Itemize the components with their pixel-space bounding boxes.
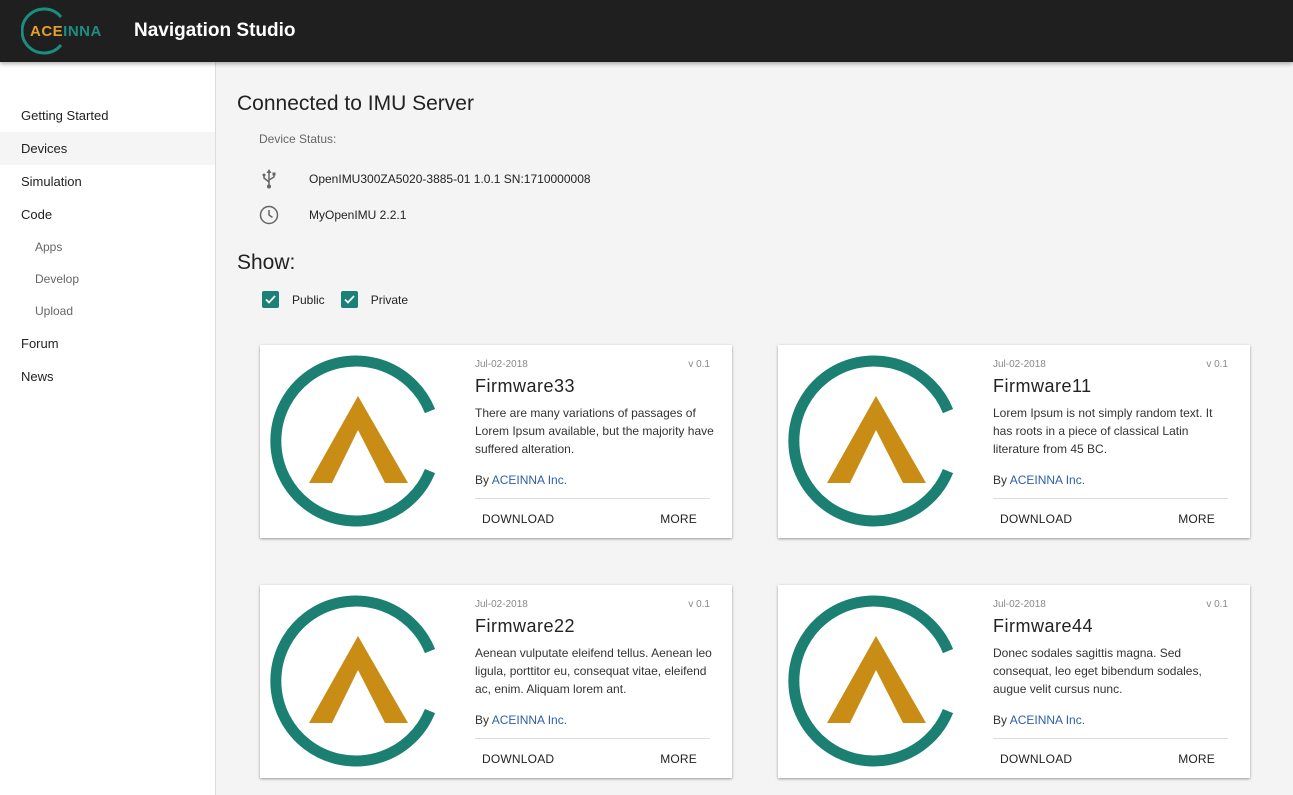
firmware-card: Jul-02-2018 v 0.1 Firmware11 Lorem Ipsum…: [778, 345, 1250, 538]
card-title: Firmware11: [993, 376, 1092, 396]
aceinna-thumbnail-icon: [270, 355, 436, 527]
more-button[interactable]: MORE: [1178, 752, 1215, 766]
download-button[interactable]: DOWNLOAD: [1000, 512, 1072, 526]
more-button[interactable]: MORE: [660, 752, 697, 766]
page-title: Connected to IMU Server: [237, 92, 474, 115]
aceinna-logo[interactable]: ACEINNA: [21, 5, 117, 57]
sidebar: Getting Started Devices Simulation Code …: [0, 62, 216, 795]
card-description: Lorem Ipsum is not simply random text. I…: [993, 406, 1213, 456]
app-version-text: MyOpenIMU 2.2.1: [309, 208, 407, 222]
download-button[interactable]: DOWNLOAD: [482, 512, 554, 526]
sidebar-subitem-develop[interactable]: Develop: [0, 263, 215, 295]
app-version-row: MyOpenIMU 2.2.1: [259, 204, 406, 226]
show-heading: Show:: [237, 251, 296, 274]
card-divider: [475, 738, 710, 739]
firmware-card: Jul-02-2018 v 0.1 Firmware22 Aenean vulp…: [260, 585, 732, 778]
card-date: Jul-02-2018: [475, 599, 528, 610]
logo-text-inna: INNA: [63, 23, 102, 40]
card-version: v 0.1: [688, 599, 710, 610]
card-author: By ACEINNA Inc.: [993, 473, 1085, 487]
card-author-prefix: By: [993, 473, 1008, 487]
more-button[interactable]: MORE: [1178, 512, 1215, 526]
clock-icon: [259, 205, 279, 225]
card-title: Firmware44: [993, 616, 1094, 636]
download-button[interactable]: DOWNLOAD: [1000, 752, 1072, 766]
sidebar-subitem-upload[interactable]: Upload: [0, 295, 215, 327]
checkmark-icon: [340, 291, 358, 308]
card-author-prefix: By: [475, 713, 490, 727]
sidebar-subitem-apps[interactable]: Apps: [0, 231, 215, 263]
card-author-link[interactable]: ACEINNA Inc.: [1010, 473, 1085, 487]
usb-icon: [259, 169, 279, 189]
device-id-text: OpenIMU300ZA5020-3885-01 1.0.1 SN:171000…: [309, 172, 591, 186]
sidebar-item-devices[interactable]: Devices: [0, 132, 215, 165]
aceinna-thumbnail-icon: [788, 355, 954, 527]
aceinna-thumbnail-icon: [788, 595, 954, 767]
firmware-card: Jul-02-2018 v 0.1 Firmware33 There are m…: [260, 345, 732, 538]
checkmark-icon: [262, 291, 279, 308]
card-author-link[interactable]: ACEINNA Inc.: [1010, 713, 1085, 727]
card-version: v 0.1: [1206, 599, 1228, 610]
card-date: Jul-02-2018: [475, 359, 528, 370]
private-checkbox[interactable]: Private: [340, 291, 409, 308]
card-divider: [475, 498, 710, 499]
card-version: v 0.1: [688, 359, 710, 370]
private-checkbox-label: Private: [370, 292, 409, 307]
card-divider: [993, 738, 1228, 739]
card-title: Firmware33: [475, 376, 576, 396]
sidebar-item-code[interactable]: Code: [0, 198, 215, 231]
card-date: Jul-02-2018: [993, 359, 1046, 370]
card-title: Firmware22: [475, 616, 576, 636]
sidebar-item-forum[interactable]: Forum: [0, 327, 215, 360]
card-author-prefix: By: [475, 473, 490, 487]
app-title: Navigation Studio: [134, 20, 296, 41]
main-content: Connected to IMU Server Device Status: O…: [216, 62, 1293, 795]
sidebar-item-simulation[interactable]: Simulation: [0, 165, 215, 198]
more-button[interactable]: MORE: [660, 512, 697, 526]
public-checkbox[interactable]: Public: [262, 291, 325, 308]
device-status-label: Device Status:: [259, 132, 337, 146]
card-version: v 0.1: [1206, 359, 1228, 370]
card-divider: [993, 498, 1228, 499]
card-author-prefix: By: [993, 713, 1008, 727]
sidebar-item-news[interactable]: News: [0, 360, 215, 393]
device-row: OpenIMU300ZA5020-3885-01 1.0.1 SN:171000…: [259, 168, 591, 190]
card-description: There are many variations of passages of…: [475, 406, 714, 456]
card-author-link[interactable]: ACEINNA Inc.: [492, 473, 567, 487]
card-author: By ACEINNA Inc.: [475, 713, 567, 727]
card-author-link[interactable]: ACEINNA Inc.: [492, 713, 567, 727]
card-author: By ACEINNA Inc.: [993, 713, 1085, 727]
card-author: By ACEINNA Inc.: [475, 473, 567, 487]
public-checkbox-label: Public: [292, 292, 325, 307]
visibility-filters: Public Private: [262, 291, 424, 308]
card-date: Jul-02-2018: [993, 599, 1046, 610]
aceinna-thumbnail-icon: [270, 595, 436, 767]
sidebar-item-getting-started[interactable]: Getting Started: [0, 99, 215, 132]
card-description: Aenean vulputate eleifend tellus. Aenean…: [475, 646, 712, 696]
app-header: ACEINNA Navigation Studio: [0, 0, 1293, 62]
firmware-card: Jul-02-2018 v 0.1 Firmware44 Donec sodal…: [778, 585, 1250, 778]
download-button[interactable]: DOWNLOAD: [482, 752, 554, 766]
logo-text-ace: ACE: [30, 23, 64, 40]
card-description: Donec sodales sagittis magna. Sed conseq…: [993, 646, 1202, 696]
